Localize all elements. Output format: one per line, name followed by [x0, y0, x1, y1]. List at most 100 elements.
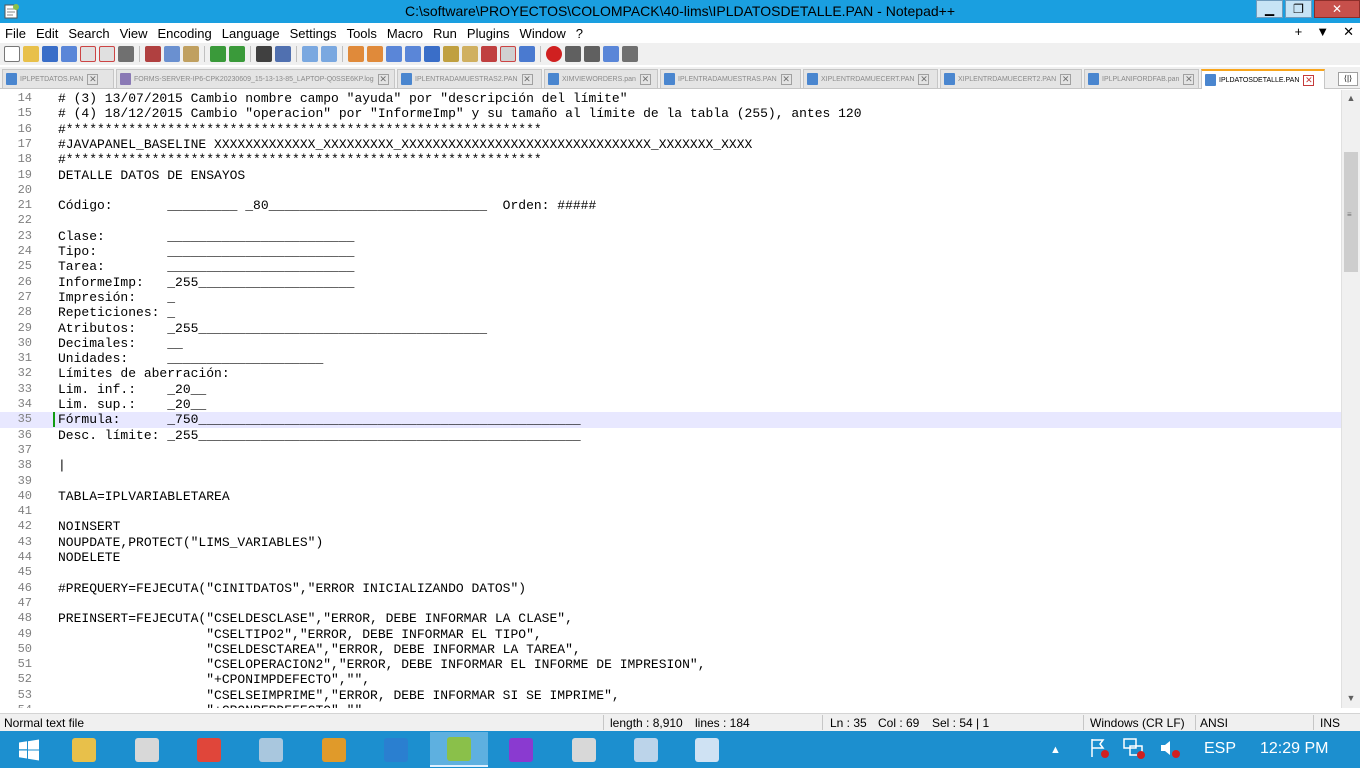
- menu-view[interactable]: View: [115, 26, 153, 41]
- run-macro-multiple-icon[interactable]: [603, 46, 619, 62]
- close-document-button[interactable]: ✕: [1343, 24, 1354, 40]
- close-file-icon[interactable]: [80, 46, 96, 62]
- cut-icon[interactable]: [145, 46, 161, 62]
- close-tab-icon[interactable]: ✕: [1303, 74, 1315, 86]
- close-tab-icon[interactable]: ✕: [521, 73, 533, 85]
- udl-icon[interactable]: [443, 46, 459, 62]
- menu-file[interactable]: File: [0, 26, 31, 41]
- find-icon[interactable]: [256, 46, 272, 62]
- code-line[interactable]: 49 "CSELTIPO2","ERROR, DEBE INFORMAR EL …: [0, 627, 1341, 642]
- close-tab-icon[interactable]: ✕: [87, 73, 99, 85]
- stop-macro-icon[interactable]: [565, 46, 581, 62]
- close-all-icon[interactable]: [99, 46, 115, 62]
- clock-time[interactable]: 12:29 PM: [1260, 740, 1328, 758]
- new-file-icon[interactable]: [4, 46, 20, 62]
- code-line[interactable]: 22: [0, 213, 1341, 228]
- close-button[interactable]: ✕: [1314, 0, 1360, 18]
- code-line[interactable]: 45: [0, 565, 1341, 580]
- undo-icon[interactable]: [210, 46, 226, 62]
- tab-iplplaniforfab[interactable]: IPLPLANIFORDFAB.pan ✕: [1084, 69, 1199, 88]
- code-line[interactable]: 32 Límites de aberración:: [0, 366, 1341, 381]
- function-list-icon[interactable]: [481, 46, 497, 62]
- save-all-icon[interactable]: [61, 46, 77, 62]
- status-insert-mode[interactable]: INS: [1320, 716, 1340, 730]
- play-macro-icon[interactable]: [584, 46, 600, 62]
- folder-workspace-icon[interactable]: [500, 46, 516, 62]
- taskbar-app[interactable]: [118, 732, 176, 767]
- code-line[interactable]: 54 "+CPONREPDEFECTO","",: [0, 703, 1341, 708]
- code-line[interactable]: 42 NOINSERT: [0, 519, 1341, 534]
- code-line[interactable]: 33 Lim. inf.: _20__: [0, 382, 1341, 397]
- minimize-button[interactable]: ▁: [1256, 0, 1283, 18]
- code-line[interactable]: 18 #*************************************…: [0, 152, 1341, 167]
- vertical-scrollbar[interactable]: ▲ ≡ ▼: [1341, 90, 1360, 708]
- code-line[interactable]: 16 #*************************************…: [0, 122, 1341, 137]
- code-line[interactable]: 51 "CSELOPERACION2","ERROR, DEBE INFORMA…: [0, 657, 1341, 672]
- maximize-button[interactable]: ❐: [1285, 0, 1312, 18]
- taskbar-app[interactable]: [617, 732, 675, 767]
- code-line[interactable]: 34 Lim. sup.: _20__: [0, 397, 1341, 412]
- zoom-in-icon[interactable]: [302, 46, 318, 62]
- menu-plugins[interactable]: Plugins: [462, 26, 515, 41]
- code-line[interactable]: 26 InformeImp: _255____________________: [0, 275, 1341, 290]
- indent-guide-icon[interactable]: [424, 46, 440, 62]
- code-line[interactable]: 28 Repeticiones: _: [0, 305, 1341, 320]
- taskbar-app[interactable]: [555, 732, 613, 767]
- start-button[interactable]: [0, 732, 58, 767]
- menu-window[interactable]: Window: [515, 26, 571, 41]
- redo-icon[interactable]: [229, 46, 245, 62]
- code-line[interactable]: 53 "CSELSEIMPRIME","ERROR, DEBE INFORMAR…: [0, 688, 1341, 703]
- tab-forms-server-log[interactable]: FORMS-SERVER-IP6-CPK20230609_15-13-13-85…: [116, 69, 395, 88]
- code-line[interactable]: 30 Decimales: __: [0, 336, 1341, 351]
- code-line[interactable]: 36 Desc. límite: _255____________________…: [0, 428, 1341, 443]
- code-line[interactable]: 38 |: [0, 458, 1341, 473]
- code-line[interactable]: 20: [0, 183, 1341, 198]
- sync-vertical-icon[interactable]: [348, 46, 364, 62]
- network-icon[interactable]: [1122, 737, 1146, 764]
- code-line[interactable]: 24 Tipo: ________________________: [0, 244, 1341, 259]
- menu-tools[interactable]: Tools: [342, 26, 382, 41]
- taskbar-app[interactable]: [430, 732, 488, 767]
- open-file-icon[interactable]: [23, 46, 39, 62]
- replace-icon[interactable]: [275, 46, 291, 62]
- taskbar-app[interactable]: [55, 732, 113, 767]
- code-line[interactable]: 48 PREINSERT=FEJECUTA("CSELDESCLASE","ERR…: [0, 611, 1341, 626]
- show-hidden-icons-button[interactable]: ▲: [1050, 744, 1061, 756]
- close-tab-icon[interactable]: ✕: [780, 73, 792, 85]
- show-all-characters-icon[interactable]: [405, 46, 421, 62]
- editor[interactable]: 14 # (3) 13/07/2015 Cambio nombre campo "…: [0, 90, 1341, 708]
- save-icon[interactable]: [42, 46, 58, 62]
- code-line[interactable]: 25 Tarea: ________________________: [0, 259, 1341, 274]
- code-line[interactable]: 35 Fórmula: _750_________________________…: [0, 412, 1341, 428]
- scroll-up-arrow[interactable]: ▲: [1342, 90, 1360, 107]
- document-map-icon[interactable]: [462, 46, 478, 62]
- new-tab-button[interactable]: +: [1295, 24, 1303, 40]
- tab-list-button[interactable]: ▼: [1316, 24, 1329, 40]
- tab-scroll-buttons[interactable]: ⟨|⟩: [1338, 72, 1358, 86]
- menu-help[interactable]: ?: [571, 26, 588, 41]
- tab-ximviewworders[interactable]: XIMVIEWORDERS.pan ✕: [544, 69, 658, 88]
- tab-iplentradamuestras2[interactable]: IPLENTRADAMUESTRAS2.PAN ✕: [397, 69, 542, 88]
- menu-encoding[interactable]: Encoding: [153, 26, 217, 41]
- close-tab-icon[interactable]: ✕: [918, 73, 930, 85]
- code-line[interactable]: 40 TABLA=IPLVARIABLETAREA: [0, 489, 1341, 504]
- taskbar-app[interactable]: [242, 732, 300, 767]
- close-tab-icon[interactable]: ✕: [1183, 73, 1195, 85]
- scroll-down-arrow[interactable]: ▼: [1342, 690, 1360, 707]
- taskbar-app[interactable]: [492, 732, 550, 767]
- taskbar-app[interactable]: [367, 732, 425, 767]
- print-icon[interactable]: [118, 46, 134, 62]
- code-line[interactable]: 52 "+CPONIMPDEFECTO","",: [0, 672, 1341, 687]
- close-tab-icon[interactable]: ✕: [1060, 73, 1072, 85]
- code-line[interactable]: 39: [0, 474, 1341, 489]
- input-language[interactable]: ESP: [1204, 740, 1236, 758]
- zoom-out-icon[interactable]: [321, 46, 337, 62]
- copy-icon[interactable]: [164, 46, 180, 62]
- volume-muted-icon[interactable]: [1158, 737, 1182, 764]
- paste-icon[interactable]: [183, 46, 199, 62]
- flag-alert-icon[interactable]: [1088, 737, 1110, 764]
- menu-settings[interactable]: Settings: [285, 26, 342, 41]
- code-line[interactable]: 29 Atributos: _255_______________________…: [0, 321, 1341, 336]
- code-line[interactable]: 31 Unidades: ____________________: [0, 351, 1341, 366]
- taskbar-app[interactable]: [305, 732, 363, 767]
